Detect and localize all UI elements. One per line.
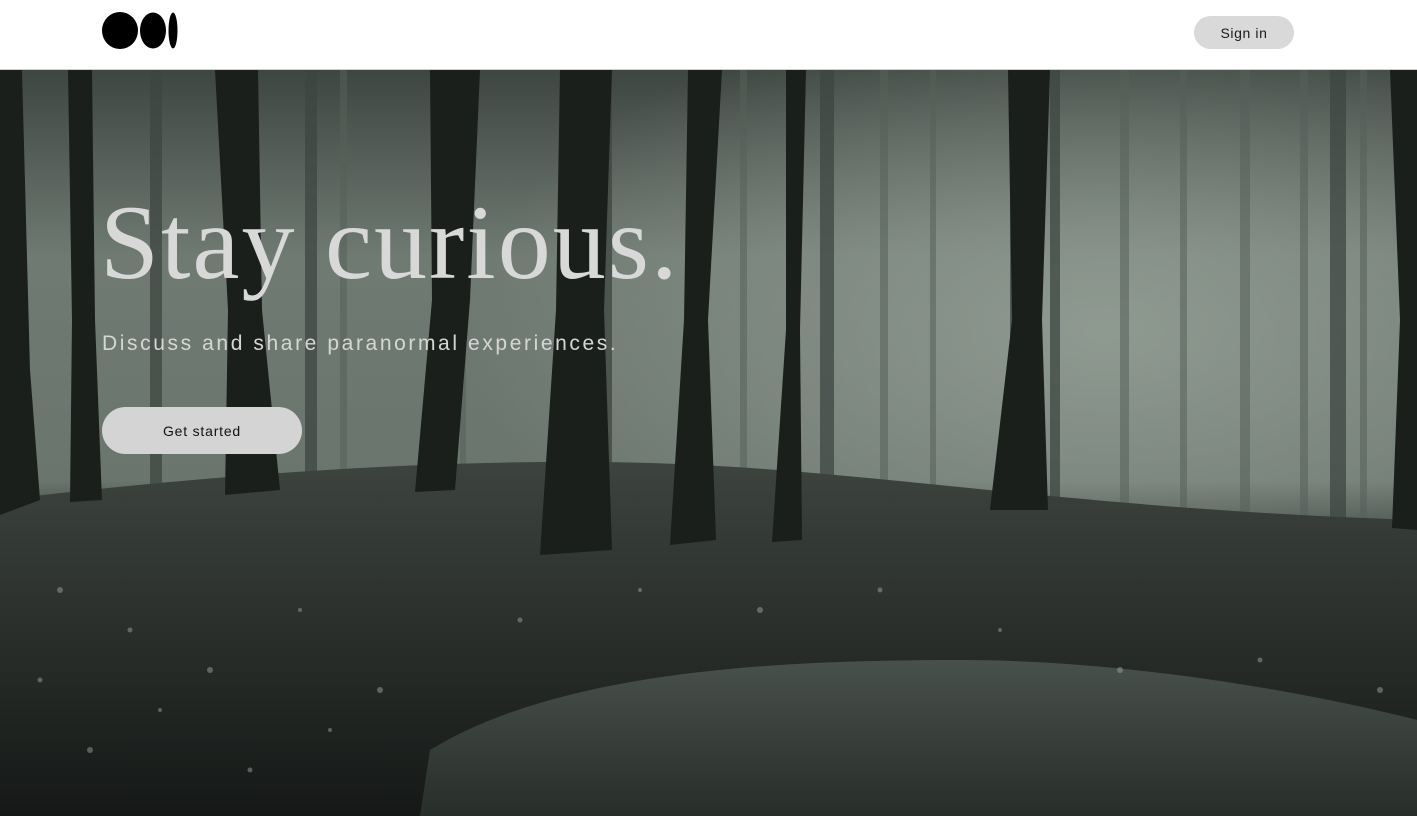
get-started-button[interactable]: Get started — [102, 407, 302, 454]
top-navigation-bar: Sign in — [0, 0, 1417, 70]
hero-section: Stay curious. Discuss and share paranorm… — [0, 70, 1417, 816]
sign-in-button[interactable]: Sign in — [1194, 16, 1294, 49]
hero-headline: Stay curious. — [100, 184, 680, 301]
hero-subheadline: Discuss and share paranormal experiences… — [102, 332, 619, 355]
medium-logo-icon[interactable] — [102, 12, 178, 49]
